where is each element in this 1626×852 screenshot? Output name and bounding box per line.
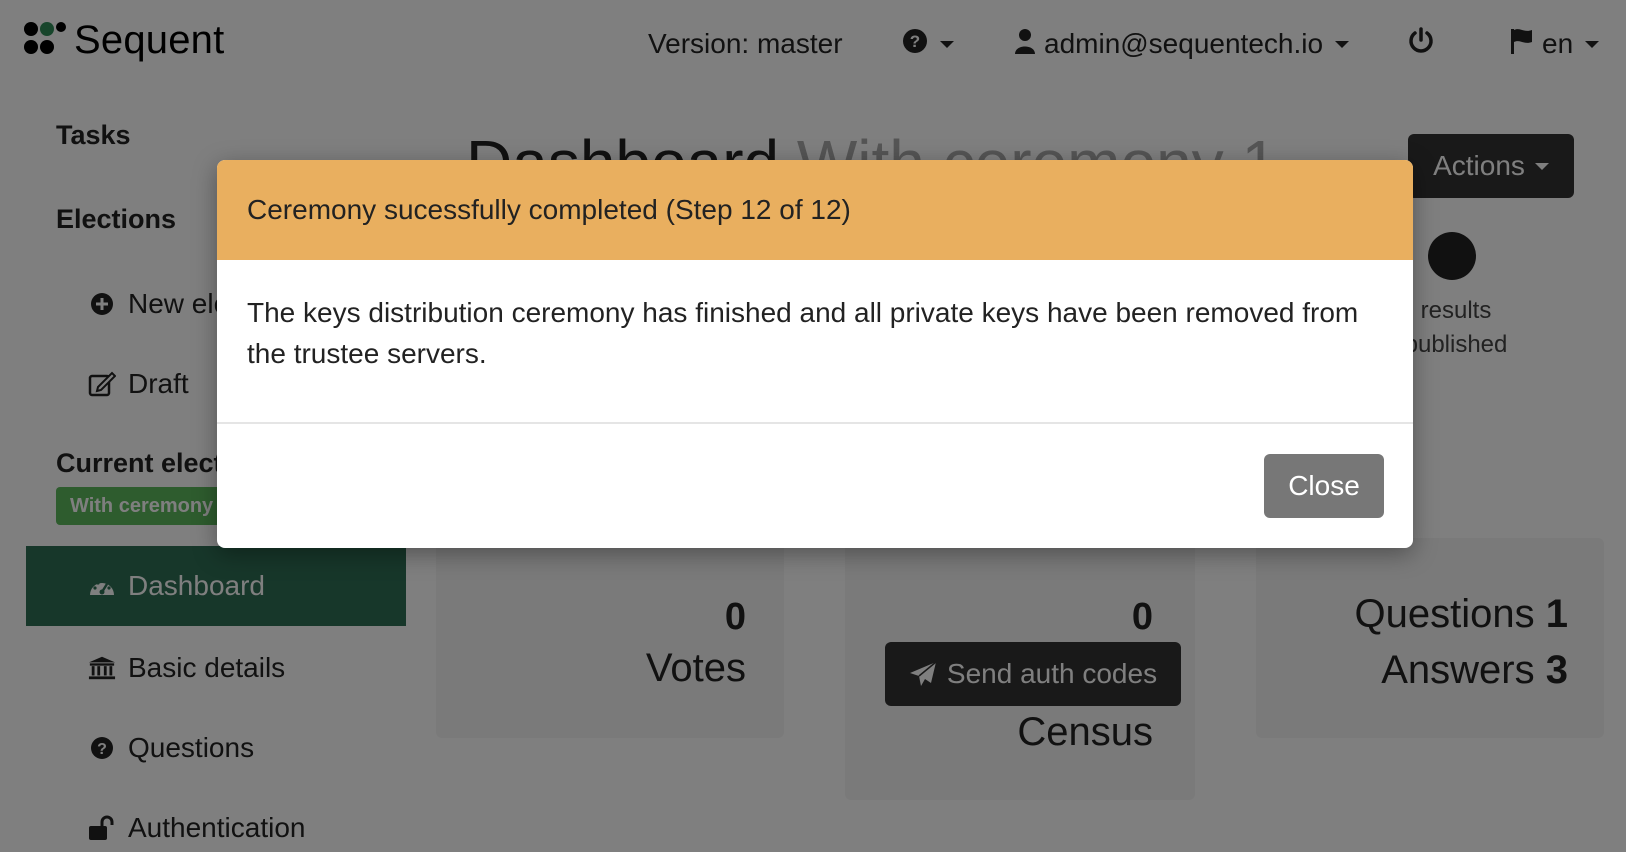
modal-title: Ceremony sucessfully completed (Step 12 …: [247, 194, 851, 225]
ceremony-complete-dialog: Ceremony sucessfully completed (Step 12 …: [217, 160, 1413, 548]
modal-body-text: The keys distribution ceremony has finis…: [247, 297, 1359, 369]
modal-header: Ceremony sucessfully completed (Step 12 …: [217, 160, 1413, 260]
close-button[interactable]: Close: [1264, 454, 1384, 518]
modal-divider: [217, 422, 1413, 424]
